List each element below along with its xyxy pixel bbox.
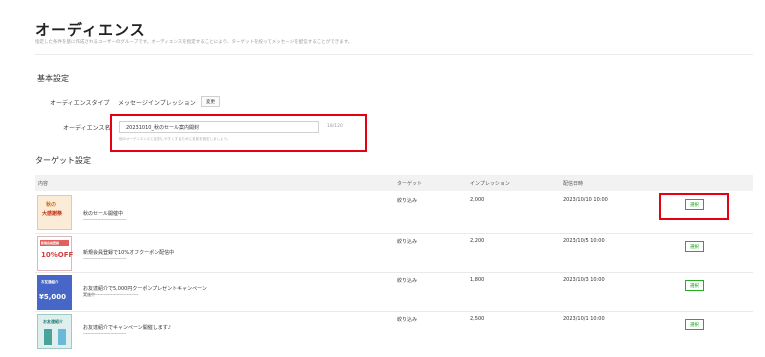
message-thumbnail: 新規会員登録 10%OFF — [37, 236, 74, 271]
message-subtitle: ------------------------------ — [83, 256, 127, 261]
message-thumbnail: お友達紹介 — [37, 314, 72, 349]
table-row: 秋の 大感謝祭 秋のセール開催中 -----------------------… — [35, 193, 753, 233]
highlight-box-audience-name — [110, 114, 367, 152]
thumbnail-figure — [58, 329, 66, 345]
select-button[interactable]: 選択 — [685, 280, 704, 291]
impressions-value: 2,000 — [470, 197, 485, 203]
thumbnail-figure — [44, 329, 52, 345]
basic-settings-heading: 基本設定 — [37, 74, 69, 83]
select-button[interactable]: 選択 — [685, 241, 704, 252]
column-header-target: ターゲット — [397, 181, 423, 187]
delivery-date-value: 2023/10/3 10:00 — [563, 277, 605, 283]
impressions-value: 2,200 — [470, 238, 485, 244]
target-value: 絞り込み — [397, 198, 418, 204]
table-row: 新規会員登録 10%OFF 新規会員登録で10%オフクーポン配信中 ------… — [35, 234, 753, 272]
impressions-value: 2,500 — [470, 316, 485, 322]
message-subtitle: ------------------------------ — [83, 331, 127, 336]
table-header: 内容 ターゲット インプレッション 配信日時 — [35, 175, 753, 191]
message-subtitle: ------------------------------ — [83, 217, 127, 222]
delivery-date-value: 2023/10/5 10:00 — [563, 238, 605, 244]
table-row: お友達紹介 ¥5,000 お友達紹介で5,000円クーポンプレゼントキャンペーン… — [35, 273, 753, 311]
change-audience-type-button[interactable]: 変更 — [201, 96, 220, 107]
message-title: 新規会員登録で10%オフクーポン配信中 — [83, 250, 175, 256]
thumbnail-text: 大感謝祭 — [42, 211, 63, 217]
message-title: お友達紹介で5,000円クーポンプレゼントキャンペーン — [83, 286, 207, 292]
message-title: お友達紹介でキャンペーン開催します♪ — [83, 325, 171, 331]
column-header-impressions: インプレッション — [470, 181, 510, 187]
audience-name-label: オーディエンス名 — [63, 125, 111, 132]
thumbnail-text: お友達紹介 — [41, 280, 59, 284]
target-settings-heading: ターゲット設定 — [35, 156, 91, 165]
message-thumbnail: お友達紹介 ¥5,000 — [37, 275, 72, 310]
message-thumbnail: 秋の 大感謝祭 — [37, 195, 72, 230]
page-title: オーディエンス — [35, 21, 146, 39]
message-subtitle: 実施中------------------------------ — [83, 292, 139, 297]
audience-type-label: オーディエンスタイプ — [50, 100, 110, 107]
highlight-box-select — [659, 193, 729, 220]
delivery-date-value: 2023/10/1 10:00 — [563, 316, 605, 322]
impressions-value: 1,800 — [470, 277, 485, 283]
target-value: 絞り込み — [397, 278, 418, 284]
table-row: お友達紹介 お友達紹介でキャンペーン開催します♪ ---------------… — [35, 312, 753, 352]
audience-type-value: メッセージインプレッション — [118, 100, 196, 107]
message-title: 秋のセール開催中 — [83, 211, 124, 217]
column-header-content: 内容 — [38, 181, 49, 187]
target-value: 絞り込み — [397, 317, 418, 323]
target-value: 絞り込み — [397, 239, 418, 245]
select-button[interactable]: 選択 — [685, 319, 704, 330]
thumbnail-text: ¥5,000 — [39, 293, 67, 301]
page-description: 指定した条件を基に作成されるユーザーのグループです。オーディエンスを指定すること… — [35, 40, 353, 45]
column-header-delivery-date: 配信日時 — [563, 181, 584, 187]
header-divider — [35, 54, 753, 55]
thumbnail-text: 秋の — [46, 202, 57, 208]
thumbnail-text: お友達紹介 — [43, 319, 63, 324]
delivery-date-value: 2023/10/10 10:00 — [563, 197, 608, 203]
thumbnail-text: 新規会員登録 — [41, 241, 60, 245]
thumbnail-text: 10%OFF — [41, 251, 74, 259]
